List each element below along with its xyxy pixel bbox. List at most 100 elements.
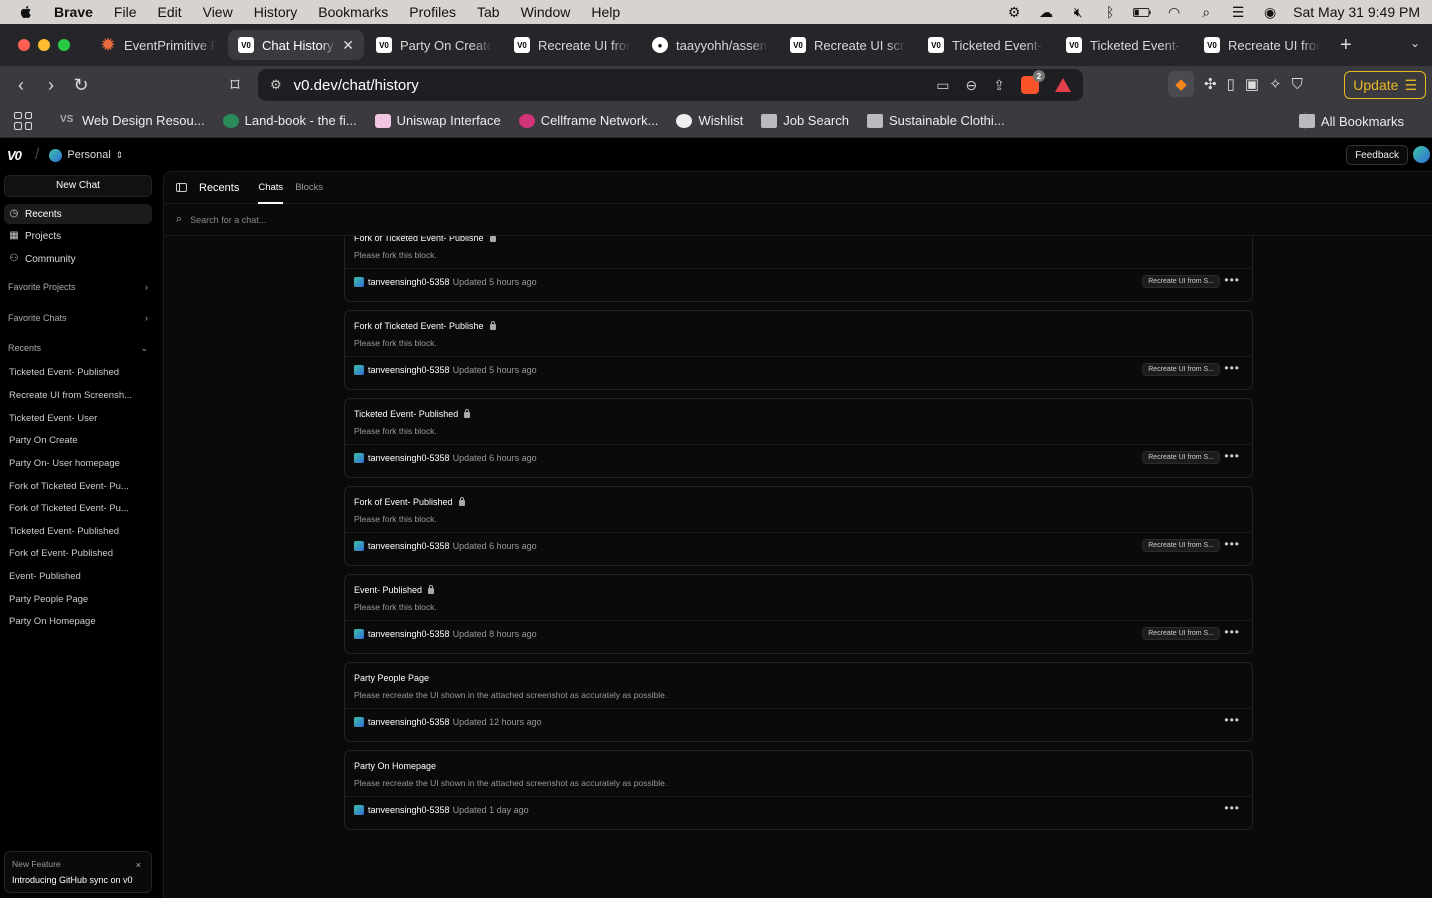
back-arrow-icon[interactable]: ‹ (6, 75, 36, 96)
chat-card[interactable]: Fork of Ticketed Event- Publishe Please f… (344, 310, 1253, 390)
chat-author[interactable]: tanveensingh0-5358 (368, 453, 450, 463)
project-badge[interactable]: Recreate UI from S... (1142, 539, 1220, 552)
favorite-projects-toggle[interactable]: Favorite Projects › (8, 282, 148, 292)
chat-card[interactable]: Event- Published Please fork this block. t… (344, 574, 1253, 654)
sidebar-toggle-icon[interactable]: ▯ (1227, 75, 1235, 93)
project-badge[interactable]: Recreate UI from S... (1142, 275, 1220, 288)
more-options-icon[interactable]: ••• (1224, 625, 1240, 639)
status-app-icon[interactable]: ⚙ (1005, 4, 1023, 20)
tab-recreate-ui-3[interactable]: V0 Recreate UI fror (1194, 30, 1330, 60)
menu-profiles[interactable]: Profiles (409, 4, 456, 20)
tab-github[interactable]: ● taayyohh/assem (642, 30, 778, 60)
toggle-sidebar-icon[interactable] (176, 183, 187, 192)
menu-app-name[interactable]: Brave (54, 4, 93, 20)
site-settings-icon[interactable]: ⚙ (270, 77, 282, 93)
bookmark-sustainable-clothing[interactable]: Sustainable Clothi... (866, 113, 1005, 128)
tab-eventprimitive[interactable]: ✹ EventPrimitive P (90, 30, 226, 60)
battery-icon[interactable] (1133, 5, 1151, 19)
tab-chat-history[interactable]: V0 Chat History ✕ (228, 30, 364, 60)
recent-chat-item[interactable]: Ticketed Event- Published (9, 526, 149, 537)
brave-shields-icon[interactable]: 2 (1021, 70, 1045, 94)
recent-chat-item[interactable]: Ticketed Event- User (9, 413, 149, 424)
menu-help[interactable]: Help (591, 4, 620, 20)
workspace-switcher[interactable]: Personal ⇕ (49, 148, 123, 162)
control-center-icon[interactable]: ☰ (1229, 4, 1247, 20)
mute-icon[interactable]: 🔇︎ (1069, 4, 1087, 20)
menu-view[interactable]: View (203, 4, 233, 20)
recent-chat-item[interactable]: Party On Homepage (9, 616, 149, 627)
close-icon[interactable]: × (136, 860, 141, 870)
tab-list-chevron-icon[interactable]: ⌄ (1410, 36, 1420, 50)
tab-blocks[interactable]: Blocks (295, 172, 323, 204)
menu-file[interactable]: File (114, 4, 137, 20)
update-button[interactable]: Update ☰ (1344, 71, 1426, 99)
metamask-icon[interactable]: ◆ (1168, 71, 1194, 97)
menu-history[interactable]: History (254, 4, 298, 20)
recent-chat-item[interactable]: Fork of Event- Published (9, 548, 149, 559)
apps-grid-icon[interactable] (14, 111, 32, 130)
chat-author[interactable]: tanveensingh0-5358 (368, 365, 450, 375)
recent-chat-item[interactable]: Party On Create (9, 435, 149, 446)
chat-author[interactable]: tanveensingh0-5358 (368, 717, 450, 727)
recent-chat-item[interactable]: Party On- User homepage (9, 458, 149, 469)
more-options-icon[interactable]: ••• (1224, 273, 1240, 287)
menu-window[interactable]: Window (521, 4, 571, 20)
new-feature-card[interactable]: New Feature Introducing GitHub sync on v… (4, 851, 152, 893)
recent-chat-item[interactable]: Event- Published (9, 571, 149, 582)
bookmark-cellframe[interactable]: Cellframe Network... (518, 113, 658, 128)
menu-edit[interactable]: Edit (157, 4, 181, 20)
tab-ticketed-event-1[interactable]: V0 Ticketed Event- (918, 30, 1054, 60)
cast-icon[interactable]: ▭ (936, 77, 949, 94)
forward-arrow-icon[interactable]: › (36, 75, 66, 96)
spotlight-search-icon[interactable]: ⌕ (1197, 4, 1215, 20)
tab-recreate-ui-1[interactable]: V0 Recreate UI fron (504, 30, 640, 60)
recent-chat-item[interactable]: Fork of Ticketed Event- Pu... (9, 481, 149, 492)
menu-bookmarks[interactable]: Bookmarks (318, 4, 388, 20)
new-tab-plus-icon[interactable]: + (1340, 34, 1352, 57)
apple-icon[interactable] (18, 4, 34, 20)
tab-party-on-create[interactable]: V0 Party On Create (366, 30, 502, 60)
bookmark-land-book[interactable]: Land-book - the fi... (222, 113, 357, 128)
all-bookmarks[interactable]: All Bookmarks (1298, 104, 1404, 138)
user-avatar[interactable] (1413, 146, 1430, 163)
project-badge[interactable]: Recreate UI from S... (1142, 451, 1220, 464)
favorite-chats-toggle[interactable]: Favorite Chats › (8, 313, 148, 323)
more-options-icon[interactable]: ••• (1224, 449, 1240, 463)
search-input[interactable] (190, 214, 591, 225)
wallet-icon[interactable]: ▣ (1245, 75, 1259, 93)
feedback-button[interactable]: Feedback (1346, 145, 1408, 165)
recent-chat-item[interactable]: Recreate UI from Screensh... (9, 390, 149, 401)
bookmark-icon[interactable]: ⌑ (220, 75, 250, 96)
recents-toggle[interactable]: Recents ⌄ (8, 343, 148, 354)
close-tab-icon[interactable]: ✕ (342, 37, 354, 54)
sidebar-item-recents[interactable]: ◷ Recents (4, 204, 152, 224)
more-options-icon[interactable]: ••• (1224, 801, 1240, 815)
share-icon[interactable]: ⇪ (993, 77, 1005, 94)
chat-author[interactable]: tanveensingh0-5358 (368, 629, 450, 639)
close-window-button[interactable] (18, 39, 30, 51)
chat-card[interactable]: Fork of Ticketed Event- Publishe Please f… (344, 236, 1253, 302)
bookmark-job-search[interactable]: Job Search (761, 113, 849, 128)
chat-card[interactable]: Party On Homepage Please recreate the UI … (344, 750, 1253, 830)
chat-author[interactable]: tanveensingh0-5358 (368, 277, 450, 287)
tab-ticketed-event-2[interactable]: V0 Ticketed Event- (1056, 30, 1192, 60)
more-options-icon[interactable]: ••• (1224, 361, 1240, 375)
cloud-icon[interactable]: ☁ (1037, 4, 1055, 20)
reload-icon[interactable]: ↻ (66, 75, 96, 96)
bookmark-uniswap[interactable]: Uniswap Interface (374, 113, 501, 128)
minimize-window-button[interactable] (38, 39, 50, 51)
recent-chat-item[interactable]: Fork of Ticketed Event- Pu... (9, 503, 149, 514)
recent-chat-item[interactable]: Ticketed Event- Published (9, 367, 149, 378)
leo-ai-icon[interactable]: ✧ (1269, 75, 1282, 93)
address-bar[interactable]: ⚙ v0.dev/chat/history ▭ ⊖ ⇪ 2 (258, 69, 1083, 101)
zoom-icon[interactable]: ⊖ (966, 77, 978, 94)
more-options-icon[interactable]: ••• (1224, 713, 1240, 727)
tab-chats[interactable]: Chats (258, 172, 283, 204)
sidebar-item-projects[interactable]: ▦ Projects (4, 226, 152, 246)
project-badge[interactable]: Recreate UI from S... (1142, 363, 1220, 376)
vpn-shield-icon[interactable]: ⛉ (1292, 76, 1303, 93)
wifi-icon[interactable]: ◠ (1165, 4, 1183, 20)
project-badge[interactable]: Recreate UI from S... (1142, 627, 1220, 640)
chat-card[interactable]: Fork of Event- Published Please fork this… (344, 486, 1253, 566)
bookmark-wishlist[interactable]: Wishlist (676, 113, 743, 128)
